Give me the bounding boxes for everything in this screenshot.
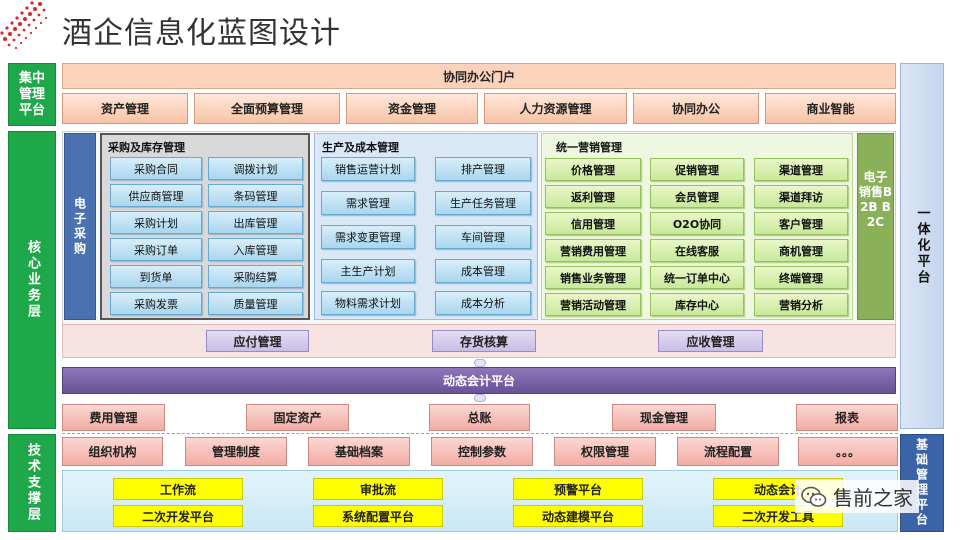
connector-icon <box>474 394 486 402</box>
marketing-item[interactable]: 渠道拜访 <box>754 185 848 208</box>
marketing-item[interactable]: 营销活动管理 <box>545 293 641 316</box>
production-section-title: 生产及成本管理 <box>322 141 399 154</box>
marketing-item[interactable]: 营销费用管理 <box>545 239 641 262</box>
module-business-intelligence[interactable]: 商业智能 <box>765 93 896 124</box>
inventory-item[interactable]: 调拨计划 <box>208 157 303 180</box>
marketing-item[interactable]: 客户管理 <box>754 212 848 235</box>
purchase-section-title: 采购及库存管理 <box>108 141 185 154</box>
base-item[interactable]: 流程配置 <box>677 437 779 466</box>
inventory-item[interactable]: 条码管理 <box>208 184 303 207</box>
cost-item[interactable]: 车间管理 <box>435 225 531 249</box>
cost-item[interactable]: 排产管理 <box>435 157 531 181</box>
marketing-item[interactable]: 价格管理 <box>545 158 641 181</box>
e-sales-label[interactable]: 电子销售B2B B2C <box>857 133 894 320</box>
tech-item[interactable]: 二次开发平台 <box>113 505 243 527</box>
marketing-item[interactable]: 在线客服 <box>650 239 744 262</box>
base-item[interactable]: 基础档案 <box>308 437 410 466</box>
base-item[interactable]: 控制参数 <box>431 437 533 466</box>
inventory-item[interactable]: 入库管理 <box>208 238 303 261</box>
marketing-item[interactable]: 销售业务管理 <box>545 266 641 289</box>
marketing-item[interactable]: 信用管理 <box>545 212 641 235</box>
marketing-item[interactable]: 促销管理 <box>650 158 744 181</box>
purchase-item[interactable]: 采购计划 <box>110 211 202 234</box>
marketing-item[interactable]: O2O协同 <box>650 212 744 235</box>
page-title: 酒企信息化蓝图设计 <box>62 16 341 51</box>
marketing-item[interactable]: 返利管理 <box>545 185 641 208</box>
watermark-text: 售前之家 <box>833 486 913 510</box>
label-tech-support: 技术支撑层 <box>8 434 56 532</box>
tech-item[interactable]: 预警平台 <box>513 478 643 500</box>
module-fund-management[interactable]: 资金管理 <box>346 93 478 124</box>
finance-item[interactable]: 总账 <box>429 404 530 431</box>
base-item[interactable]: 权限管理 <box>554 437 656 466</box>
module-collaboration[interactable]: 协同办公 <box>633 93 759 124</box>
marketing-item[interactable]: 会员管理 <box>650 185 744 208</box>
watermark: 售前之家 <box>795 480 919 513</box>
marketing-item[interactable]: 库存中心 <box>650 293 744 316</box>
marketing-item[interactable]: 渠道管理 <box>754 158 848 181</box>
finance-item[interactable]: 现金管理 <box>612 404 716 431</box>
purchase-item[interactable]: 采购订单 <box>110 238 202 261</box>
tech-item[interactable]: 动态建模平台 <box>513 505 643 527</box>
label-centralized-platform: 集中管理平台 <box>8 63 56 126</box>
marketing-section-title: 统一营销管理 <box>556 141 622 154</box>
purchase-item[interactable]: 采购发票 <box>110 292 202 315</box>
wechat-icon <box>801 486 827 507</box>
finance-item[interactable]: 报表 <box>796 404 898 431</box>
label-core-business: 核心业务层 <box>8 131 56 429</box>
tech-item[interactable]: 工作流 <box>113 478 243 500</box>
inventory-item[interactable]: 质量管理 <box>208 292 303 315</box>
production-item[interactable]: 物料需求计划 <box>321 291 415 315</box>
portal-bar[interactable]: 协同办公门户 <box>62 63 896 89</box>
inventory-accounting[interactable]: 存货核算 <box>432 330 536 352</box>
purchase-item[interactable]: 供应商管理 <box>110 184 202 207</box>
marketing-item[interactable]: 终端管理 <box>754 266 848 289</box>
module-hr-management[interactable]: 人力资源管理 <box>484 93 627 124</box>
base-item-more[interactable]: 。。。 <box>798 437 898 466</box>
e-purchase-label[interactable]: 电子采购 <box>64 133 96 320</box>
accounts-payable[interactable]: 应付管理 <box>206 330 309 352</box>
cost-item[interactable]: 成本分析 <box>435 291 531 315</box>
accounts-receivable[interactable]: 应收管理 <box>658 330 763 352</box>
inventory-item[interactable]: 采购结算 <box>208 265 303 288</box>
divider <box>62 433 898 434</box>
purchase-item[interactable]: 到货单 <box>110 265 202 288</box>
cost-item[interactable]: 生产任务管理 <box>435 191 531 215</box>
module-budget-management[interactable]: 全面预算管理 <box>194 93 340 124</box>
production-item[interactable]: 销售运营计划 <box>321 157 415 181</box>
module-asset-management[interactable]: 资产管理 <box>62 93 188 124</box>
marketing-item[interactable]: 营销分析 <box>754 293 848 316</box>
finance-item[interactable]: 费用管理 <box>62 404 165 431</box>
inventory-item[interactable]: 出库管理 <box>208 211 303 234</box>
marketing-item[interactable]: 统一订单中心 <box>650 266 744 289</box>
marketing-item[interactable]: 商机管理 <box>754 239 848 262</box>
purchase-item[interactable]: 采购合同 <box>110 157 202 180</box>
connector-icon <box>474 359 486 367</box>
finance-item[interactable]: 固定资产 <box>246 404 349 431</box>
cost-item[interactable]: 成本管理 <box>435 259 531 283</box>
base-item[interactable]: 组织机构 <box>62 437 163 466</box>
tech-item[interactable]: 审批流 <box>313 478 443 500</box>
base-item[interactable]: 管理制度 <box>185 437 287 466</box>
production-item[interactable]: 主生产计划 <box>321 259 415 283</box>
production-item[interactable]: 需求变更管理 <box>321 225 415 249</box>
production-item[interactable]: 需求管理 <box>321 191 415 215</box>
dynamic-accounting-platform[interactable]: 动态会计平台 <box>62 367 896 394</box>
label-integrated-platform: 一体化平台 <box>914 206 930 286</box>
logo-dots-icon <box>0 1 48 50</box>
tech-item[interactable]: 系统配置平台 <box>313 505 443 527</box>
